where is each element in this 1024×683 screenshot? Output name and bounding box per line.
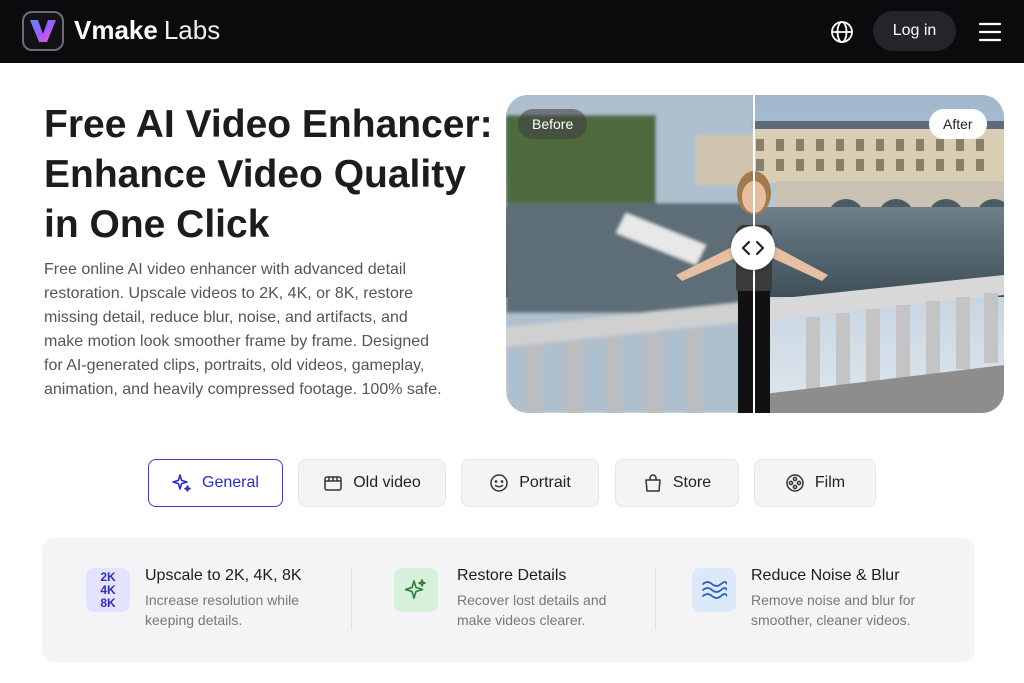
- page-title: Free AI Video Enhancer: Enhance Video Qu…: [44, 103, 493, 246]
- feature-desc-line: smoother, cleaner videos.: [751, 612, 911, 628]
- hamburger-menu-icon[interactable]: [977, 20, 1003, 44]
- hero-description: Free online AI video enhancer with advan…: [44, 261, 442, 398]
- feature-reduce-noise: Reduce Noise & Blur Remove noise and blu…: [692, 538, 952, 662]
- film-roll-icon: [786, 474, 804, 492]
- category-tabs: General Old video Portrait Store Film: [0, 459, 1024, 507]
- tab-portrait[interactable]: Portrait: [461, 459, 599, 507]
- after-label: After: [929, 109, 987, 139]
- feature-description: Recover lost details and make videos cle…: [457, 590, 606, 630]
- feature-divider: [351, 568, 352, 630]
- comparison-slider-handle[interactable]: [731, 226, 775, 270]
- badge-4k: 4K: [100, 582, 116, 597]
- feature-desc-line: Increase resolution while: [145, 592, 300, 608]
- tab-label: Store: [672, 474, 712, 491]
- feature-divider: [655, 568, 656, 630]
- login-button[interactable]: Log in: [873, 11, 956, 51]
- brand-suffix: Labs: [163, 15, 221, 45]
- badge-2k: 2K: [100, 569, 116, 584]
- tab-old-video[interactable]: Old video: [298, 459, 446, 507]
- before-label: Before: [518, 109, 588, 139]
- feature-restore: Restore Details Recover lost details and…: [394, 538, 654, 662]
- feature-desc-line: Recover lost details and: [457, 592, 607, 608]
- tab-label: Portrait: [519, 474, 571, 491]
- brand-name[interactable]: Vmake Labs: [74, 15, 220, 46]
- badge-8k: 8K: [100, 595, 116, 610]
- feature-title: Reduce Noise & Blur: [751, 567, 900, 584]
- feature-title: Restore Details: [457, 567, 567, 584]
- tab-general[interactable]: General: [148, 459, 283, 507]
- feature-desc-line: make videos clearer.: [457, 612, 586, 628]
- top-navigation-bar: Vmake Labs Log in: [0, 0, 1024, 63]
- feature-desc-line: keeping details.: [145, 612, 243, 628]
- tab-label: Film: [814, 474, 846, 491]
- shopping-bag-icon: [645, 474, 661, 492]
- vmake-logo-icon[interactable]: [22, 11, 64, 51]
- feature-desc-line: Remove noise and blur for: [751, 592, 916, 608]
- smiley-face-icon: [490, 474, 508, 492]
- feature-upscale: 2K 4K 8K Upscale to 2K, 4K, 8K Increase …: [86, 538, 346, 662]
- waves-icon: [692, 568, 736, 612]
- tab-label: General: [202, 474, 259, 491]
- film-reel-icon: [324, 476, 342, 491]
- chevron-left-right-icon: [741, 240, 765, 256]
- tab-store[interactable]: Store: [615, 459, 739, 507]
- features-panel: 2K 4K 8K Upscale to 2K, 4K, 8K Increase …: [42, 538, 975, 662]
- brand-word: Vmake: [74, 15, 158, 45]
- feature-description: Increase resolution while keeping detail…: [145, 590, 299, 630]
- sparkle-icon: [394, 568, 438, 612]
- tab-label: Old video: [353, 474, 421, 491]
- globe-icon[interactable]: [829, 19, 855, 45]
- resolution-badge-icon: 2K 4K 8K: [86, 568, 130, 612]
- feature-title: Upscale to 2K, 4K, 8K: [145, 567, 302, 584]
- tab-film[interactable]: Film: [754, 459, 876, 507]
- feature-description: Remove noise and blur for smoother, clea…: [751, 590, 915, 630]
- sparkle-icon: [172, 474, 191, 492]
